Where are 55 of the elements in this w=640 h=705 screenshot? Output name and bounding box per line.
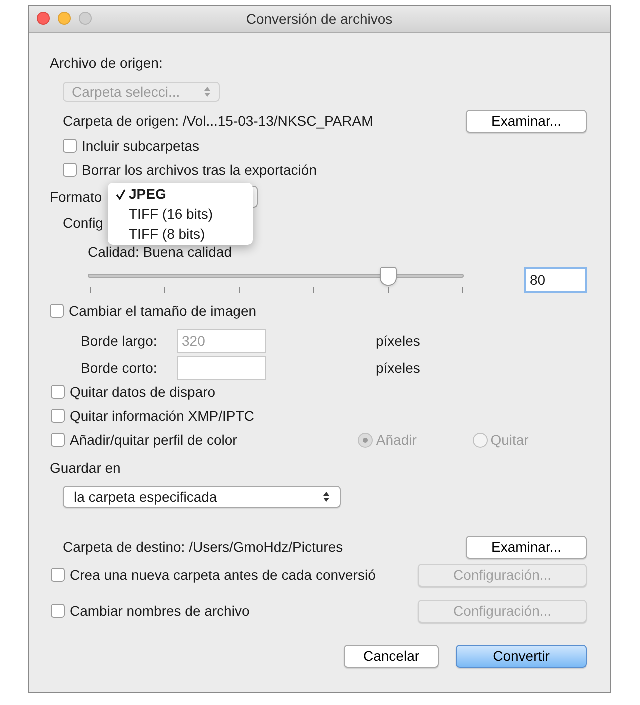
checkmark-icon: [116, 189, 126, 200]
size-field[interactable]: [177, 356, 266, 380]
minimize-button[interactable]: [58, 12, 71, 25]
radio-label: Quitar: [490, 430, 529, 450]
checkbox[interactable]: [51, 568, 65, 582]
tick-mark: [313, 287, 314, 293]
close-button[interactable]: [37, 12, 50, 25]
settings-label: Config: [63, 214, 104, 233]
unit-label: píxeles: [376, 358, 420, 378]
checkbox-label: Cambiar el tamaño de imagen: [69, 302, 257, 321]
slider-thumb[interactable]: [380, 267, 398, 286]
unit-label: píxeles: [376, 332, 420, 351]
checkbox-label: Añadir/quitar perfil de color: [70, 430, 238, 450]
menu-item[interactable]: JPEG: [108, 184, 253, 204]
tick-mark: [462, 287, 463, 293]
tick-mark: [90, 287, 91, 293]
checkbox[interactable]: [51, 409, 65, 423]
push-button[interactable]: Convertir: [456, 645, 587, 668]
checkbox-label: Borrar los archivos tras la exportación: [82, 160, 317, 180]
checkbox-label: Quitar información XMP/IPTC: [70, 406, 254, 426]
quality-label: Calidad: Buena calidad: [88, 242, 232, 262]
format-label: Formato: [50, 188, 102, 206]
size-field[interactable]: 320: [177, 329, 266, 353]
push-button[interactable]: Examinar...: [466, 110, 587, 132]
checkbox-label: Incluir subcarpetas: [82, 136, 200, 156]
checkbox[interactable]: [63, 163, 77, 177]
tick-mark: [164, 287, 166, 293]
tick-mark: [238, 287, 240, 293]
destination-folder-path: Carpeta de destino: /Users/GmoHdz/Pictures: [63, 538, 344, 557]
push-button[interactable]: Examinar...: [466, 536, 587, 558]
stepper-arrows-icon: [323, 491, 330, 503]
field-label: Borde corto:: [80, 358, 158, 378]
zoom-button[interactable]: [79, 12, 92, 25]
checkbox[interactable]: [63, 139, 77, 153]
section-label: Guardar en: [50, 458, 121, 478]
push-button[interactable]: Cancelar: [344, 645, 439, 668]
section-label: Archivo de origen:: [50, 54, 163, 73]
checkbox[interactable]: [50, 304, 64, 318]
checkbox[interactable]: [51, 604, 65, 618]
source-folder-path: Carpeta de origen: /Vol...15-03-13/NKSC_PARAM: [63, 112, 374, 131]
tick-mark: [388, 287, 389, 293]
menu-item[interactable]: TIFF (8 bits): [108, 224, 253, 244]
checkbox-label: Cambiar nombres de archivo: [70, 602, 250, 620]
destination-popup[interactable]: la carpeta especificada: [63, 486, 341, 508]
window-title: Conversión de archivos: [246, 10, 393, 28]
quality-field[interactable]: 80: [524, 267, 587, 293]
checkbox[interactable]: [51, 385, 65, 399]
stepper-arrows-icon: [204, 86, 211, 98]
checkbox[interactable]: [51, 433, 65, 447]
checkbox-label: Crea una nueva carpeta antes de cada conversió: [70, 566, 376, 585]
quality-slider[interactable]: [88, 265, 464, 295]
radio-label: Añadir: [376, 430, 417, 450]
field-label: Borde largo:: [80, 332, 158, 351]
checkbox-label: Quitar datos de disparo: [70, 382, 216, 402]
menu-item[interactable]: TIFF (16 bits): [108, 204, 253, 224]
